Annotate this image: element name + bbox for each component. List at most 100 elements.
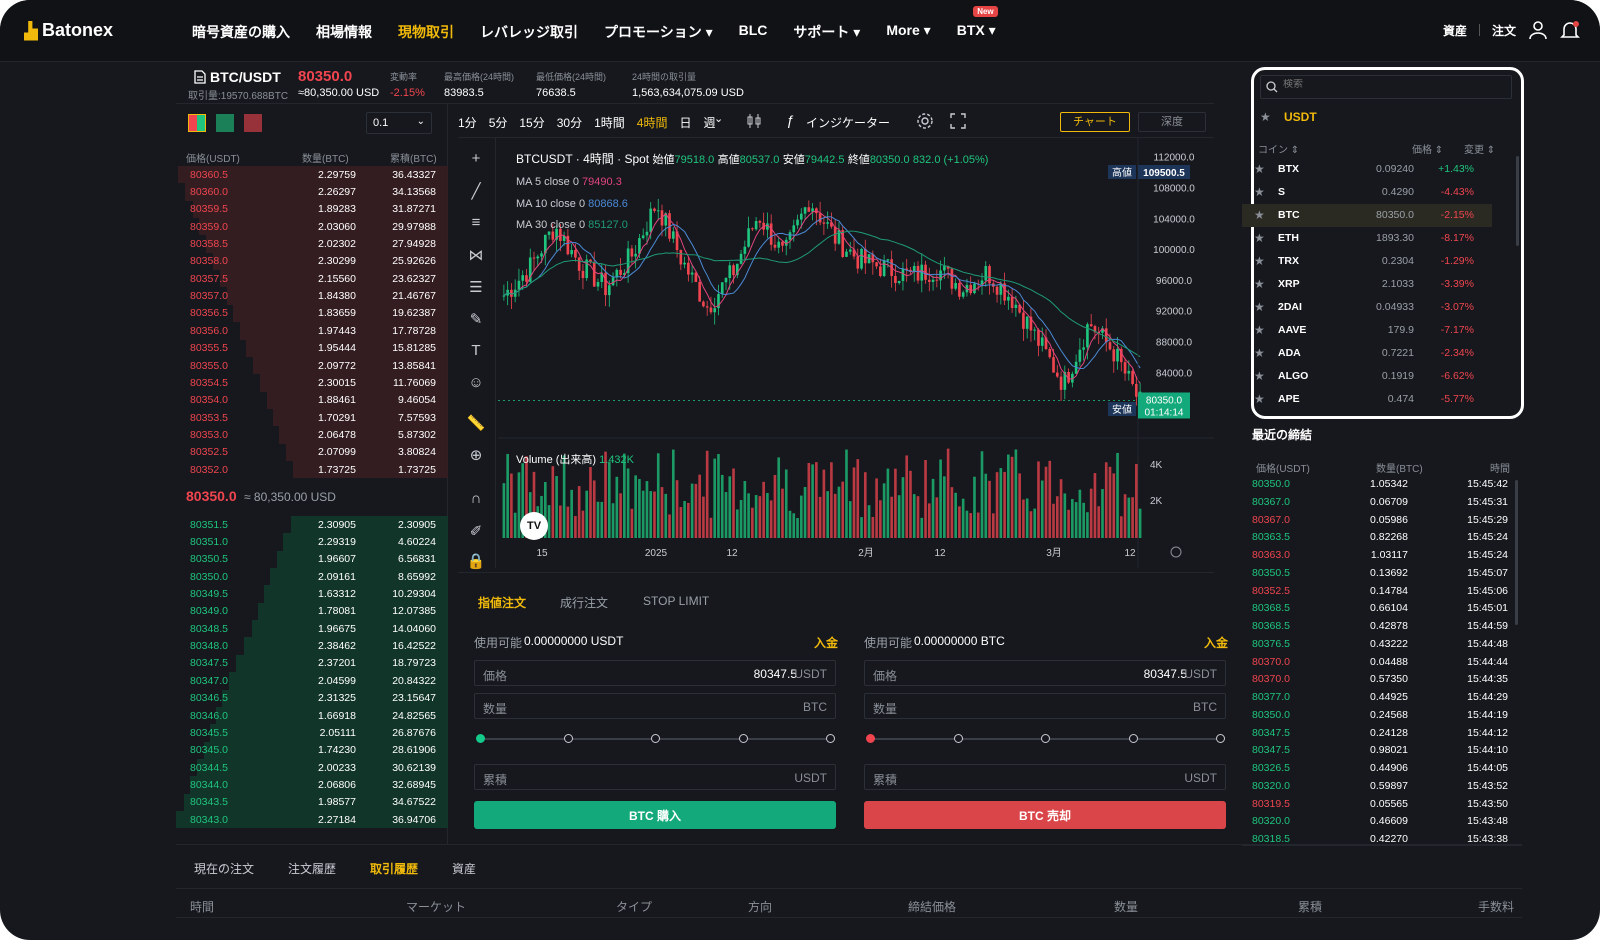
zoom-in-icon[interactable]: ⊕ — [466, 446, 486, 466]
settings-gear-icon[interactable] — [916, 112, 934, 130]
nav-item[interactable]: プロモーション ▾ — [604, 22, 713, 42]
sell-slider-step[interactable] — [866, 734, 875, 743]
horizontal-lines-icon[interactable]: ≡ — [466, 214, 486, 234]
ask-row[interactable]: 80359.5 1.89283 31.87271 — [176, 200, 448, 219]
timeframe-option[interactable]: 5分 — [489, 114, 508, 131]
favorite-star-icon[interactable]: ★ — [1254, 323, 1265, 337]
favorite-star-icon[interactable]: ★ — [1254, 392, 1265, 406]
market-row[interactable]: ★ ALGO 0.1919 -6.62% — [1242, 365, 1492, 388]
chart-view-button[interactable]: チャート — [1060, 112, 1130, 132]
markets-header[interactable]: 価格 ⇕ — [1412, 141, 1443, 156]
timeframe-option[interactable]: 15分 — [519, 114, 544, 131]
markets-header[interactable]: 変更 ⇕ — [1464, 141, 1495, 156]
ask-row[interactable]: 80352.0 1.73725 1.73725 — [176, 460, 448, 479]
ask-row[interactable]: 80354.5 2.30015 11.76069 — [176, 374, 448, 392]
search-input[interactable] — [1283, 79, 1503, 90]
fullscreen-icon[interactable] — [950, 113, 966, 129]
indicators-button[interactable]: インジケーター — [806, 114, 890, 131]
emoji-icon[interactable]: ☺ — [466, 374, 486, 394]
ask-row[interactable]: 80360.5 2.29759 36.43327 — [176, 166, 448, 184]
bid-row[interactable]: 80351.0 2.29319 4.60224 — [176, 533, 448, 551]
market-row[interactable]: ★ AAVE 179.9 -7.17% — [1242, 319, 1492, 342]
assets-link[interactable]: 資産 — [1443, 22, 1467, 39]
sell-submit-button[interactable]: BTC 売却 — [864, 801, 1226, 829]
bid-row[interactable]: 80343.0 2.27184 36.94706 — [176, 810, 448, 829]
timeframe-option[interactable]: 日 — [679, 114, 691, 131]
ask-row[interactable]: 80356.5 1.83659 19.62387 — [176, 304, 448, 323]
favorite-star-icon[interactable]: ★ — [1254, 346, 1265, 360]
nav-item[interactable]: 相場情報 — [316, 22, 372, 42]
ask-row[interactable]: 80355.0 2.09772 13.85841 — [176, 356, 448, 375]
brush-icon[interactable]: ✎ — [466, 310, 486, 330]
timeframe-option[interactable]: 1分 — [458, 114, 477, 131]
ask-row[interactable]: 80356.0 1.97443 17.78728 — [176, 322, 448, 340]
trades-scrollbar[interactable] — [1515, 480, 1518, 625]
market-row[interactable]: ★ BTC 80350.0 -2.15% — [1242, 204, 1492, 227]
buy-amount-slider[interactable] — [476, 734, 835, 743]
ask-row[interactable]: 80357.0 1.84380 21.46767 — [176, 287, 448, 305]
favorite-star-icon[interactable]: ★ — [1254, 208, 1265, 222]
chevron-down-icon[interactable]: ⌄ — [714, 112, 723, 125]
buy-slider-step[interactable] — [563, 734, 573, 743]
bid-row[interactable]: 80351.5 2.30905 2.30905 — [176, 516, 448, 534]
view-both-toggle[interactable] — [188, 114, 206, 132]
pattern-icon[interactable]: ⋈ — [466, 246, 486, 266]
market-row[interactable]: ★ ETH 1893.30 -8.17% — [1242, 227, 1492, 250]
bid-row[interactable]: 80350.0 2.09161 8.65992 — [176, 568, 448, 586]
sell-slider-step[interactable] — [1128, 734, 1138, 743]
precision-select[interactable]: 0.1 ⌄ — [366, 112, 432, 134]
bid-row[interactable]: 80349.5 1.63312 10.29304 — [176, 585, 448, 603]
orders-link[interactable]: 注文 — [1492, 22, 1516, 39]
favorite-star-icon[interactable]: ★ — [1254, 369, 1265, 383]
crosshair-icon[interactable]: + — [466, 150, 486, 170]
bid-row[interactable]: 80350.5 1.96607 6.56831 — [176, 550, 448, 569]
market-row[interactable]: ★ ADA 0.7221 -2.34% — [1242, 342, 1492, 365]
market-row[interactable]: ★ XRP 2.1033 -3.39% — [1242, 273, 1492, 296]
sell-quantity-field[interactable]: 数量 BTC — [864, 693, 1226, 719]
timeframe-option[interactable]: 30分 — [557, 114, 582, 131]
bid-row[interactable]: 80348.0 2.38462 16.42522 — [176, 637, 448, 655]
sell-price-field[interactable]: 価格 80347.5 USDT — [864, 660, 1226, 686]
buy-slider-step[interactable] — [651, 734, 660, 743]
bid-row[interactable]: 80347.5 2.37201 18.79723 — [176, 654, 448, 673]
indicator-icon[interactable]: ƒ — [786, 112, 794, 128]
ask-row[interactable]: 80352.5 2.07099 3.80824 — [176, 443, 448, 461]
buy-price-field[interactable]: 価格 80347.5 USDT — [474, 660, 836, 686]
sell-slider-step[interactable] — [1216, 734, 1225, 743]
favorites-star-icon[interactable]: ★ — [1260, 110, 1271, 124]
lock-icon[interactable]: 🔒 — [466, 552, 486, 572]
bid-row[interactable]: 80345.5 2.05111 26.87676 — [176, 724, 448, 742]
favorite-star-icon[interactable]: ★ — [1254, 231, 1265, 245]
markets-scrollbar[interactable] — [1516, 156, 1519, 246]
user-icon[interactable] — [1528, 20, 1548, 40]
market-row[interactable]: ★ S 0.4290 -4.43% — [1242, 181, 1492, 204]
nav-item[interactable]: サポート ▾ — [793, 22, 860, 42]
timeframe-option[interactable]: 1時間 — [594, 114, 625, 131]
buy-slider-step[interactable] — [738, 734, 748, 743]
sell-amount-slider[interactable] — [866, 734, 1225, 743]
markets-header[interactable]: コイン ⇕ — [1258, 141, 1299, 156]
ask-row[interactable]: 80353.5 1.70291 7.57593 — [176, 408, 448, 427]
order-type-tab[interactable]: 指値注文 — [478, 594, 526, 611]
order-type-tab[interactable]: STOP LIMIT — [643, 594, 709, 608]
bid-row[interactable]: 80343.5 1.98577 34.67522 — [176, 793, 448, 811]
brand-logo[interactable]: Batonex — [24, 20, 113, 41]
buy-deposit-link[interactable]: 入金 — [814, 634, 838, 651]
tradingview-logo[interactable]: TV — [520, 512, 548, 540]
nav-item[interactable]: BTX ▾ New — [957, 6, 998, 42]
bottom-tab[interactable]: 資産 — [452, 860, 476, 877]
buy-quantity-field[interactable]: 数量 BTC — [474, 693, 836, 719]
fib-icon[interactable]: ☰ — [466, 278, 486, 298]
order-type-tab[interactable]: 成行注文 — [560, 594, 608, 611]
ask-row[interactable]: 80358.5 2.02302 27.94928 — [176, 235, 448, 253]
buy-submit-button[interactable]: BTC 購入 — [474, 801, 836, 829]
nav-item[interactable]: 暗号資産の購入 — [192, 22, 290, 42]
depth-view-button[interactable]: 深度 — [1138, 112, 1206, 132]
ask-row[interactable]: 80357.5 2.15560 23.62327 — [176, 270, 448, 288]
buy-slider-step[interactable] — [476, 734, 485, 743]
nav-item[interactable]: More ▾ — [886, 22, 930, 42]
bid-row[interactable]: 80345.0 1.74230 28.61906 — [176, 741, 448, 759]
text-icon[interactable]: T — [466, 342, 486, 362]
lock-drawing-icon[interactable]: ✐ — [466, 522, 486, 542]
favorite-star-icon[interactable]: ★ — [1254, 162, 1265, 176]
